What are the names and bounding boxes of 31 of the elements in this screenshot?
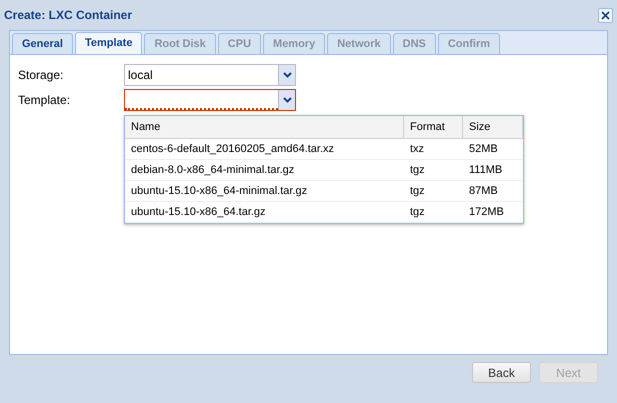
- window-title: Create: LXC Container: [4, 7, 132, 24]
- template-row[interactable]: ubuntu-15.10-x86_64-minimal.tar.gz tgz 87MB: [125, 181, 523, 202]
- table-cell-text: txz: [409, 142, 426, 157]
- close-icon: [601, 10, 610, 20]
- table-cell-text: ubuntu-15.10-x86_64-minimal.tar.gz: [130, 184, 308, 199]
- combo-field[interactable]: local: [124, 64, 296, 86]
- column-header[interactable]: Name: [125, 116, 404, 138]
- table-cell-text: 111MB: [468, 163, 504, 178]
- table-cell-text: 172MB: [468, 205, 505, 220]
- table-cell-text: debian-8.0-x86_64-minimal.tar.gz: [130, 163, 296, 178]
- chevron-down-icon: [282, 72, 292, 78]
- combo-field[interactable]: [124, 89, 296, 111]
- template-row[interactable]: ubuntu-15.10-x86_64.tar.gz tgz 172MB: [125, 202, 523, 223]
- close-button[interactable]: [598, 8, 613, 22]
- table-cell-text: 87MB: [468, 184, 499, 199]
- field-label: Storage:: [18, 67, 64, 84]
- tab[interactable]: Template: [74, 32, 142, 54]
- template-row[interactable]: debian-8.0-x86_64-minimal.tar.gz tgz 111MB: [125, 160, 523, 181]
- field-label: Template:: [18, 92, 72, 109]
- tab[interactable]: General: [12, 33, 73, 54]
- table-cell-text: 52MB: [468, 142, 499, 157]
- chevron-down-icon: [282, 97, 292, 103]
- column-header[interactable]: Size: [463, 116, 523, 138]
- column-header[interactable]: Format: [404, 116, 463, 138]
- template-row[interactable]: centos-6-default_20160205_amd64.tar.xz txz 52MB: [125, 139, 523, 160]
- table-cell-text: tgz: [409, 163, 426, 178]
- table-cell-text: ubuntu-15.10-x86_64.tar.gz: [130, 205, 267, 220]
- wizard-button[interactable]: Back: [472, 362, 531, 383]
- table-cell-text: centos-6-default_20160205_amd64.tar.xz: [130, 142, 336, 157]
- table-cell-text: tgz: [409, 205, 426, 220]
- table-cell-text: tgz: [409, 184, 426, 199]
